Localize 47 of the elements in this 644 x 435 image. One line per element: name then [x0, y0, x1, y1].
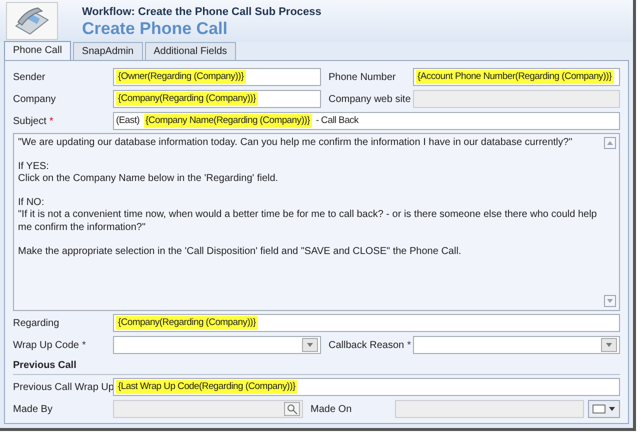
notes-area[interactable]: [13, 133, 620, 311]
field-label: Made By: [13, 402, 54, 416]
field-text: (East): [116, 114, 140, 128]
text-field[interactable]: {Account Phone Number(Regarding (Company))}: [412, 68, 620, 86]
required-mark: *: [407, 340, 412, 350]
note-text: If YES:: [18, 160, 50, 173]
tab[interactable]: Additional Fields: [144, 42, 236, 60]
text-field[interactable]: {Last Wrap Up Code(Regarding (Company))}: [113, 378, 620, 396]
window-title: Create Phone Call: [82, 20, 228, 38]
dropdown-field[interactable]: [113, 336, 320, 354]
calendar-button[interactable]: [588, 400, 620, 418]
required-mark: *: [49, 116, 54, 126]
note-text: Make the appropriate selection in the 'Call Disposition' field and "SAVE and CLOSE" the Phone Call.: [18, 246, 462, 258]
note-text: Click on the Company Name below in the 'Regarding' field.: [18, 173, 280, 186]
note-text: If NO:: [18, 196, 46, 209]
text-field[interactable]: {Owner(Regarding (Company))}: [113, 68, 320, 86]
field-label: Phone Number: [328, 70, 397, 84]
token-value: {Company(Regarding (Company))}: [116, 92, 258, 106]
scroll-up-button[interactable]: [604, 137, 617, 149]
dropdown-field[interactable]: [412, 336, 620, 354]
field-label: Callback Reason: [328, 340, 404, 350]
field-label: Company web site: [328, 92, 412, 106]
phone-icon: [6, 2, 58, 40]
text-field[interactable]: {Company(Regarding (Company))}: [113, 90, 320, 108]
field-label: Regarding: [13, 316, 60, 330]
field-label: Wrap Up Code: [13, 340, 79, 350]
note-text: "We are updating our database information today. Can you help me confirm the information I have in our database currently?": [18, 137, 574, 150]
token-value: {Company Name(Regarding (Company))}: [144, 114, 312, 128]
token-value: {Company(Regarding (Company))}: [116, 316, 258, 330]
field-text: - Call Back: [316, 114, 358, 128]
token-value: {Last Wrap Up Code(Regarding (Company))}: [116, 380, 298, 394]
field-label: Subject: [13, 116, 46, 126]
token-value: {Owner(Regarding (Company))}: [116, 70, 246, 84]
note-text: "If it is not a convenient time now, when would a better time be for me to call back? - or is there someone else there who could help me confirm the information?": [18, 209, 598, 234]
token-value: {Account Phone Number(Regarding (Company))}: [416, 70, 614, 84]
tab[interactable]: Phone Call: [4, 41, 71, 60]
tab[interactable]: SnapAdmin: [72, 42, 143, 60]
text-field[interactable]: {Company(Regarding (Company))}: [113, 314, 620, 332]
text-field[interactable]: (East) {Company Name(Regarding (Company))} - Call Back: [113, 112, 620, 130]
field-label: Sender: [13, 70, 46, 84]
section-heading: Previous Call: [13, 359, 76, 373]
required-mark: *: [82, 340, 86, 350]
scroll-down-button[interactable]: [604, 295, 617, 307]
field-label: Company: [13, 92, 57, 106]
lookup-icon: [284, 402, 300, 416]
field-label: Made On: [310, 402, 353, 416]
window-subtitle: Workflow: Create the Phone Call Sub Process: [82, 4, 322, 20]
